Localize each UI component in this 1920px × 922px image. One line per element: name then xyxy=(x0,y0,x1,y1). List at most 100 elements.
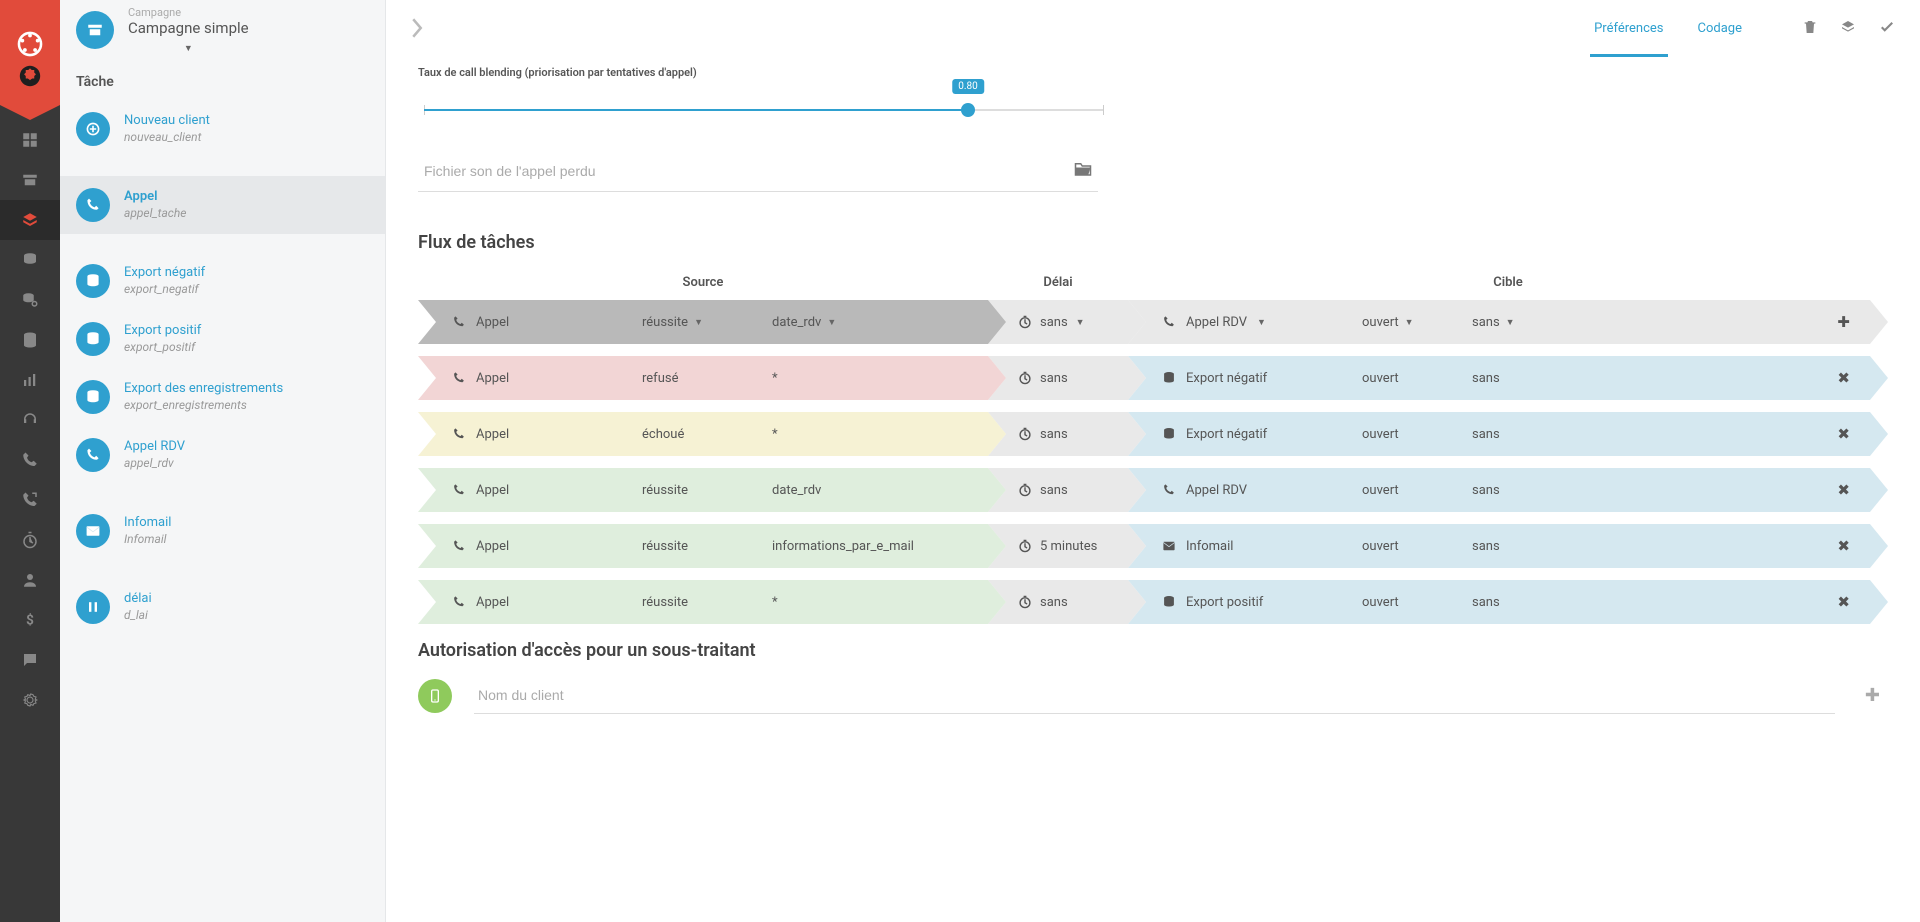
pause-icon xyxy=(76,590,110,624)
flow-row[interactable]: Appel réussite date_rdv sans Appel RDV o… xyxy=(418,468,1888,512)
task-list: Nouveau clientnouveau_client Appelappel_t… xyxy=(60,100,385,636)
rail-phone-alt[interactable] xyxy=(0,480,60,520)
flow-row[interactable]: Appel refusé * sans Export négatif ouver… xyxy=(418,356,1888,400)
row-close-button[interactable]: ✖ xyxy=(1837,369,1850,387)
envelope-icon xyxy=(1162,539,1176,553)
col-header-target: Cible xyxy=(1128,275,1888,290)
row-close-button[interactable]: ✖ xyxy=(1837,481,1850,499)
rail-dashboard[interactable] xyxy=(0,120,60,160)
phone-icon xyxy=(76,188,110,222)
client-icon xyxy=(418,679,452,713)
task-item-nouveau_client[interactable]: Nouveau clientnouveau_client xyxy=(60,100,385,158)
flow-target[interactable]: Export négatif ouvert sans ✖ xyxy=(1128,356,1870,400)
topbar: Préférences Codage xyxy=(386,0,1920,60)
flow-target[interactable]: Appel RDV ouvert sans ✖ xyxy=(1128,468,1870,512)
app-logo xyxy=(0,0,60,120)
flow-source[interactable]: Appel échoué * xyxy=(418,412,988,456)
phone-icon xyxy=(1162,483,1176,497)
flow-row[interactable]: Appel échoué * sans Export négatif ouver… xyxy=(418,412,1888,456)
flow-target[interactable]: Export positif ouvert sans ✖ xyxy=(1128,580,1870,624)
database-icon xyxy=(1162,595,1176,609)
flow-source[interactable]: Appel réussite date_rdv xyxy=(418,468,988,512)
layers-icon[interactable] xyxy=(1840,19,1856,41)
add-client-button[interactable]: ✚ xyxy=(1857,685,1888,706)
rail-headset[interactable] xyxy=(0,400,60,440)
tab-codage[interactable]: Codage xyxy=(1694,3,1746,57)
flow-target[interactable]: Infomail ouvert sans ✖ xyxy=(1128,524,1870,568)
blending-label: Taux de call blending (priorisation par … xyxy=(418,66,1888,79)
rail-archive[interactable] xyxy=(0,160,60,200)
check-icon[interactable] xyxy=(1878,19,1896,41)
database-icon xyxy=(76,322,110,356)
flow-delay[interactable]: sans xyxy=(988,412,1128,456)
flow-delay[interactable]: sans xyxy=(988,468,1128,512)
rail-coins[interactable] xyxy=(0,240,60,280)
sound-file-input[interactable] xyxy=(418,151,1098,192)
rail-db-gear[interactable] xyxy=(0,280,60,320)
flow-source[interactable]: Appel réussite informations_par_e_mail xyxy=(418,524,988,568)
flow-delay[interactable]: sans xyxy=(988,580,1128,624)
task-item-appel_rdv[interactable]: Appel RDVappel_rdv xyxy=(60,426,385,484)
rail-timer[interactable] xyxy=(0,520,60,560)
flow-target[interactable]: Appel RDV ▼ ouvert ▼ sans ▼ ✚ xyxy=(1128,300,1870,344)
timer-icon xyxy=(1018,539,1032,553)
slider-handle[interactable] xyxy=(961,103,975,117)
subcontractor-section-title: Autorisation d'accès pour un sous-traita… xyxy=(418,640,1888,661)
flow-source[interactable]: Appel refusé * xyxy=(418,356,988,400)
flow-source[interactable]: Appel réussite ▼ date_rdv ▼ xyxy=(418,300,988,344)
rail-db[interactable] xyxy=(0,320,60,360)
task-item-d_lai[interactable]: délaid_lai xyxy=(60,578,385,636)
timer-icon xyxy=(1018,595,1032,609)
flow-row[interactable]: Appel réussite ▼ date_rdv ▼ sans ▼ Appel… xyxy=(418,300,1888,344)
flow-row[interactable]: Appel réussite * sans Export positif ouv… xyxy=(418,580,1888,624)
task-item-export_enregistrements[interactable]: Export des enregistrementsexport_enregis… xyxy=(60,368,385,426)
database-icon xyxy=(1162,371,1176,385)
flow-table: Source Délai Cible Appel réussite ▼ date… xyxy=(418,269,1888,624)
slider-value-badge: 0.80 xyxy=(952,79,984,94)
sidebar-header: Campagne Campagne simple▼ xyxy=(60,0,385,60)
phone-icon xyxy=(452,539,466,553)
col-header-source: Source xyxy=(418,275,988,290)
phone-icon xyxy=(452,595,466,609)
flow-row[interactable]: Appel réussite informations_par_e_mail 5… xyxy=(418,524,1888,568)
back-chevron-icon[interactable] xyxy=(410,18,424,42)
blending-slider[interactable]: 0.80 xyxy=(424,109,1104,111)
flow-delay[interactable]: sans ▼ xyxy=(988,300,1128,344)
task-item-export_positif[interactable]: Export positifexport_positif xyxy=(60,310,385,368)
phone-icon xyxy=(452,315,466,329)
campaign-selector[interactable]: Campagne simple▼ xyxy=(128,19,249,54)
row-close-button[interactable]: ✖ xyxy=(1837,537,1850,555)
rail-dollar[interactable]: $ xyxy=(0,600,60,640)
flow-target[interactable]: Export négatif ouvert sans ✖ xyxy=(1128,412,1870,456)
rail-layers[interactable] xyxy=(0,200,60,240)
task-item-export_negatif[interactable]: Export négatifexport_negatif xyxy=(60,252,385,310)
timer-icon xyxy=(1018,315,1032,329)
phone-icon xyxy=(1162,315,1176,329)
sound-file-field[interactable] xyxy=(424,163,1074,179)
flow-delay[interactable]: sans xyxy=(988,356,1128,400)
rail-settings[interactable] xyxy=(0,680,60,720)
phone-icon xyxy=(76,438,110,472)
rail-phone[interactable] xyxy=(0,440,60,480)
row-close-button[interactable]: ✖ xyxy=(1837,425,1850,443)
client-row: ✚ xyxy=(418,677,1888,714)
envelope-icon xyxy=(76,514,110,548)
rail-user[interactable] xyxy=(0,560,60,600)
flow-source[interactable]: Appel réussite * xyxy=(418,580,988,624)
archive-icon xyxy=(76,11,114,49)
row-plus-button[interactable]: ✚ xyxy=(1837,313,1850,331)
rail-stats[interactable] xyxy=(0,360,60,400)
task-item-Infomail[interactable]: InfomailInfomail xyxy=(60,502,385,560)
timer-icon xyxy=(1018,371,1032,385)
database-icon xyxy=(76,380,110,414)
task-item-appel_tache[interactable]: Appelappel_tache xyxy=(60,176,385,234)
rail-chat[interactable] xyxy=(0,640,60,680)
folder-icon[interactable] xyxy=(1074,161,1092,181)
row-close-button[interactable]: ✖ xyxy=(1837,593,1850,611)
delete-icon[interactable] xyxy=(1802,19,1818,41)
phone-icon xyxy=(452,427,466,441)
client-name-input[interactable] xyxy=(474,677,1835,714)
main-area: Préférences Codage Taux de call blending… xyxy=(386,0,1920,922)
tab-preferences[interactable]: Préférences xyxy=(1590,3,1667,57)
flow-delay[interactable]: 5 minutes xyxy=(988,524,1128,568)
